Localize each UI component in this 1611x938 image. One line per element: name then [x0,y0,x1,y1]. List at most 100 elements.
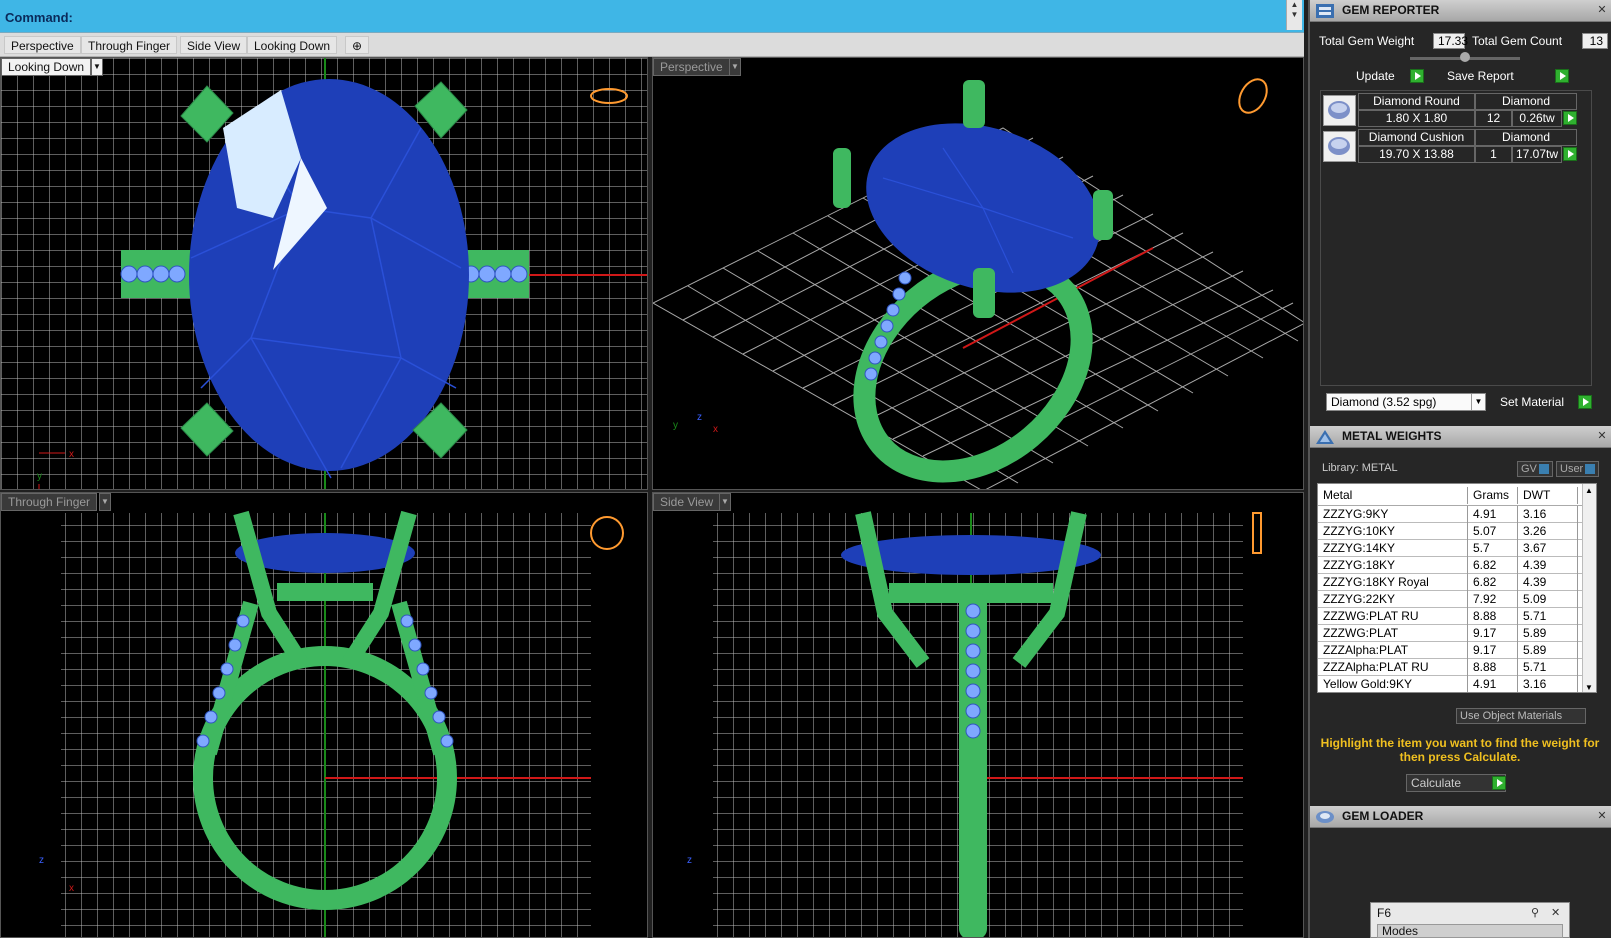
use-object-materials-toggle[interactable]: Use Object Materials [1456,708,1586,724]
tab-through-finger[interactable]: Through Finger [81,36,178,54]
viewport-tabs: Perspective Through Finger Side View Loo… [0,33,1304,57]
command-bar: Command: [0,0,1304,33]
table-row[interactable]: ZZZYG:9KY 4.91 3.16 [1318,506,1584,523]
calculate-go-icon[interactable] [1492,776,1506,790]
viewport-perspective[interactable]: y z x Perspective ▼ [652,57,1304,490]
calculate-button[interactable]: Calculate [1406,774,1506,792]
column-dwt[interactable]: DWT [1518,487,1578,504]
viewport-dropdown-icon[interactable]: ▼ [91,58,103,76]
total-gem-weight-label: Total Gem Weight [1319,34,1415,48]
gem-row[interactable]: Diamond Round Diamond 1.80 X 1.80 12 0.2… [1321,93,1593,128]
gem-loader-icon [1316,811,1334,823]
grams-value: 8.88 [1468,659,1518,676]
library-label: Library: METAL [1322,462,1398,474]
tab-looking-down[interactable]: Looking Down [247,36,338,54]
table-row[interactable]: ZZZAlpha:PLAT RU 8.88 5.71 [1318,659,1584,676]
viewport-dropdown-icon[interactable]: ▼ [729,58,741,76]
viewport-through-finger[interactable]: z x Through Finger ▼ [0,492,648,938]
total-gem-count-label: Total Gem Count [1472,34,1563,48]
command-input[interactable] [78,6,1278,28]
table-row[interactable]: ZZZYG:10KY 5.07 3.26 [1318,523,1584,540]
dwt-value: 5.09 [1518,591,1578,608]
close-icon[interactable]: ✕ [1595,3,1609,17]
gem-loader-header: GEM LOADER ✕ [1310,806,1611,828]
set-material-go-icon[interactable] [1578,395,1592,409]
add-tab-icon[interactable]: ⊕ [345,36,370,54]
material-select[interactable]: Diamond (3.52 spg) ▼ [1326,393,1486,411]
viewport-label-side-view[interactable]: Side View [653,493,721,511]
save-report-button[interactable]: Save Report [1443,68,1518,86]
svg-text:x: x [69,883,74,894]
grams-value: 9.17 [1468,625,1518,642]
metal-name: ZZZAlpha:PLAT RU [1318,659,1468,676]
table-row[interactable]: ZZZYG:22KY 7.92 5.09 [1318,591,1584,608]
save-report-go-icon[interactable] [1555,69,1569,83]
chevron-down-icon[interactable]: ▼ [1471,394,1485,410]
table-row[interactable]: ZZZAlpha:PLAT 9.17 5.89 [1318,642,1584,659]
viewport-label-looking-down[interactable]: Looking Down [1,58,92,76]
close-icon[interactable]: ✕ [1595,429,1609,443]
svg-text:y: y [673,420,678,431]
column-grams[interactable]: Grams [1468,487,1518,504]
gem-reporter-icon [1316,4,1334,18]
use-object-materials-label: Use Object Materials [1460,710,1563,722]
viewport-label-through-finger[interactable]: Through Finger [1,493,98,511]
splitter-knob-icon[interactable] [1460,52,1470,62]
table-row[interactable]: ZZZWG:PLAT 9.17 5.89 [1318,625,1584,642]
command-scrollbar[interactable]: ▲ ▼ [1286,0,1302,30]
viewport-looking-down[interactable]: y x Looking Down ▼ [0,57,648,490]
looking-down-scene: y x [1,58,647,489]
metal-name: ZZZYG:22KY [1318,591,1468,608]
gem-go-icon[interactable] [1563,111,1577,125]
update-go-icon[interactable] [1410,69,1424,83]
gem-reporter-header: GEM REPORTER ✕ [1310,0,1611,22]
gem-count: 1 [1475,146,1512,163]
gv-toggle[interactable]: GV [1517,461,1553,477]
metal-name: ZZZYG:10KY [1318,523,1468,540]
viewport-dropdown-icon[interactable]: ▼ [99,493,111,511]
pin-icon[interactable]: ⚲ [1531,906,1539,919]
scroll-up-icon[interactable]: ▲ [1585,486,1593,495]
scroll-down-icon[interactable]: ▼ [1287,10,1302,20]
user-toggle[interactable]: User [1556,461,1600,477]
tab-perspective[interactable]: Perspective [4,36,81,54]
close-icon[interactable]: ✕ [1551,906,1560,919]
gem-go-icon[interactable] [1563,147,1577,161]
svg-text:y: y [37,471,42,482]
grams-value: 9.17 [1468,642,1518,659]
f6-title: F6 [1377,906,1392,920]
update-button[interactable]: Update [1352,68,1399,86]
viewport-side-view[interactable]: z Side View ▼ [652,492,1304,938]
dwt-value: 4.39 [1518,557,1578,574]
set-material-button[interactable]: Set Material [1496,394,1568,412]
gem-row[interactable]: Diamond Cushion Diamond 19.70 X 13.88 1 … [1321,129,1593,164]
gem-size: 1.80 X 1.80 [1358,110,1475,127]
grams-value: 5.07 [1468,523,1518,540]
scroll-up-icon[interactable]: ▲ [1287,0,1302,10]
close-icon[interactable]: ✕ [1595,809,1609,823]
metal-weights-table: Metal Grams DWT ZZZYG:9KY 4.91 3.16 ZZZYG:1… [1317,483,1597,693]
scroll-down-icon[interactable]: ▼ [1585,683,1593,692]
table-row[interactable]: ZZZWG:PLAT RU 8.88 5.71 [1318,608,1584,625]
tab-side-view[interactable]: Side View [180,36,248,54]
viewport-dropdown-icon[interactable]: ▼ [719,493,731,511]
toggle-icon [1585,464,1596,475]
gem-thumbnail-icon [1323,131,1356,162]
metal-table-scrollbar[interactable]: ▲ ▼ [1582,484,1596,692]
modes-section[interactable]: Modes [1377,924,1563,938]
viewport-label-perspective[interactable]: Perspective [653,58,730,76]
metal-weights-hint: Highlight the item you want to find the … [1320,736,1600,764]
column-metal[interactable]: Metal [1318,487,1468,504]
gem-shape: Diamond Cushion [1358,129,1475,146]
table-row[interactable]: Yellow Gold:9KY 4.91 3.16 [1318,676,1584,692]
metal-name: ZZZYG:9KY [1318,506,1468,523]
table-row[interactable]: ZZZYG:18KY Royal 6.82 4.39 [1318,574,1584,591]
metal-weights-header: METAL WEIGHTS ✕ [1310,426,1611,448]
table-row[interactable]: ZZZYG:14KY 5.7 3.67 [1318,540,1584,557]
calculate-label: Calculate [1411,776,1462,790]
total-gem-count-value: 13 [1582,33,1608,49]
grams-value: 7.92 [1468,591,1518,608]
gem-weight: 17.07tw [1512,146,1562,163]
metal-table-header: Metal Grams DWT [1318,484,1584,506]
table-row[interactable]: ZZZYG:18KY 6.82 4.39 [1318,557,1584,574]
